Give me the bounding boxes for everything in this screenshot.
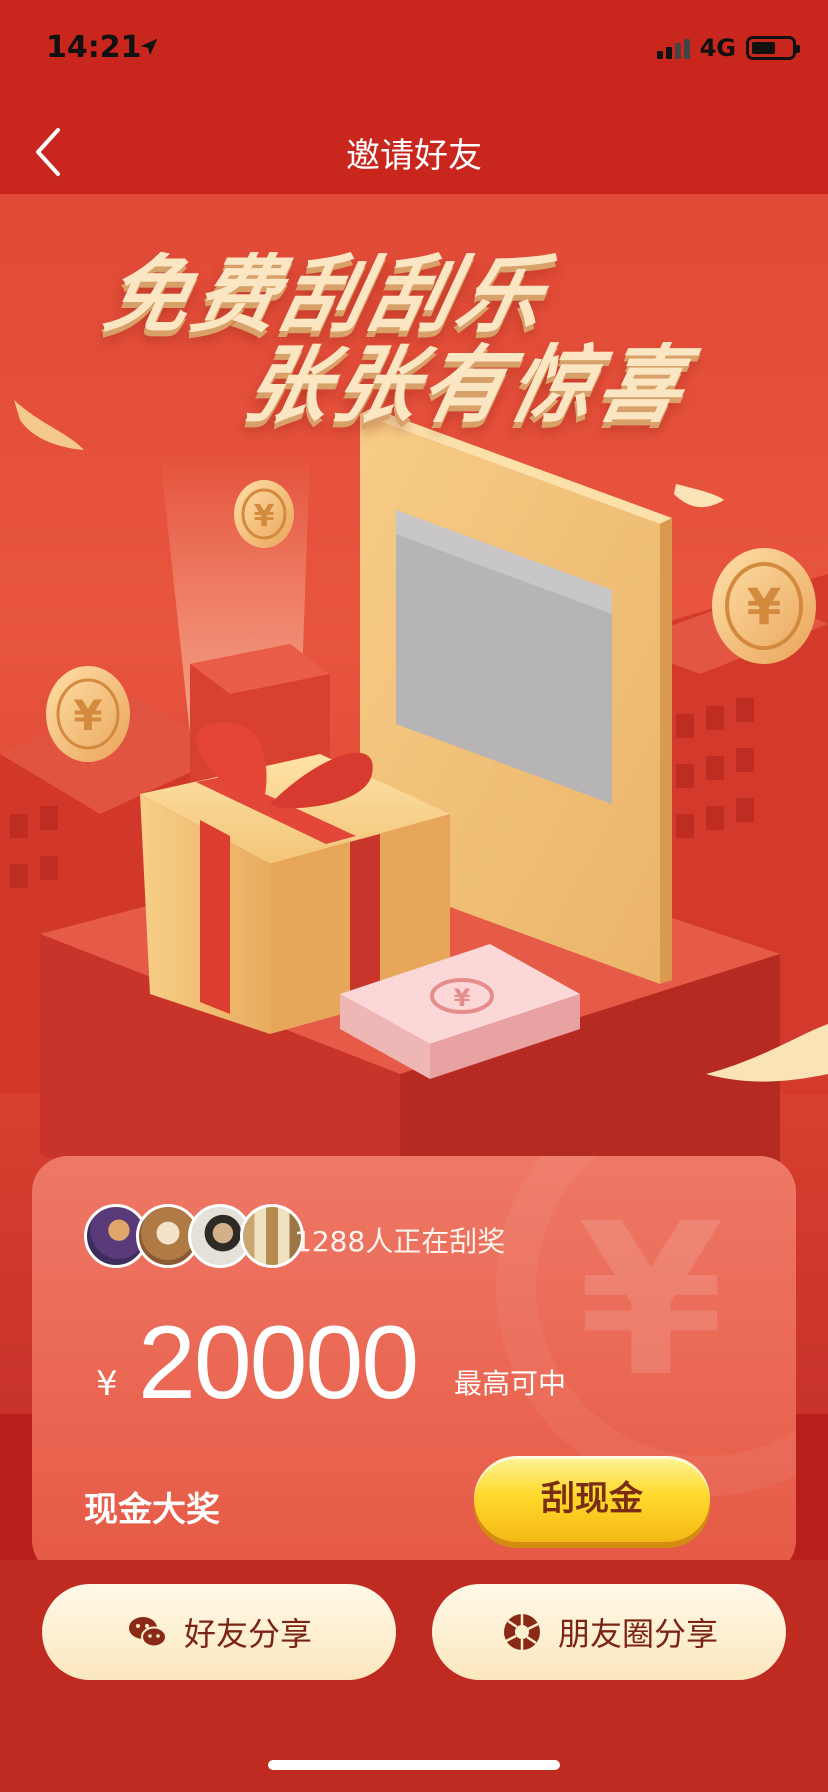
network-type: 4G (699, 34, 736, 62)
currency-symbol: ¥ (96, 1364, 118, 1404)
scratch-cash-button[interactable]: 刮现金 (474, 1456, 710, 1542)
prize-card: ¥ 1288人正在刮奖 ¥ 20000 最高可中 现金大奖 刮现金 (32, 1156, 796, 1576)
yen-watermark-icon: ¥ (577, 1178, 724, 1423)
amount-note: 最高可中 (454, 1367, 567, 1400)
status-time: 14:21 (46, 30, 142, 65)
participant-avatars (84, 1204, 304, 1268)
aperture-icon (503, 1614, 540, 1650)
prize-amount: 20000 (138, 1305, 419, 1421)
page-title: 邀请好友 (346, 136, 482, 176)
participant-count: 1288人正在刮奖 (294, 1225, 506, 1258)
share-to-friend-label: 好友分享 (183, 1615, 312, 1653)
wechat-icon (128, 1617, 167, 1648)
location-arrow-icon (140, 38, 158, 56)
svg-text:¥: ¥ (254, 499, 275, 534)
share-to-friend-button[interactable]: 好友分享 (42, 1584, 396, 1680)
svg-text:¥: ¥ (454, 984, 471, 1012)
battery-icon (746, 36, 800, 60)
share-bar: 好友分享 朋友圈分享 (0, 1560, 828, 1792)
share-to-moments-button[interactable]: 朋友圈分享 (432, 1584, 786, 1680)
top-bar: 14:21 4G 邀请好友 (0, 0, 828, 194)
headline-line-2: 张张有惊喜 (236, 336, 698, 434)
share-to-moments-label: 朋友圈分享 (557, 1615, 718, 1653)
prize-label: 现金大奖 (84, 1490, 220, 1530)
svg-text:¥: ¥ (747, 578, 782, 636)
home-indicator (268, 1760, 560, 1770)
status-indicators: 4G (656, 34, 800, 62)
svg-text:¥: ¥ (73, 691, 102, 740)
signal-icon (656, 37, 690, 59)
